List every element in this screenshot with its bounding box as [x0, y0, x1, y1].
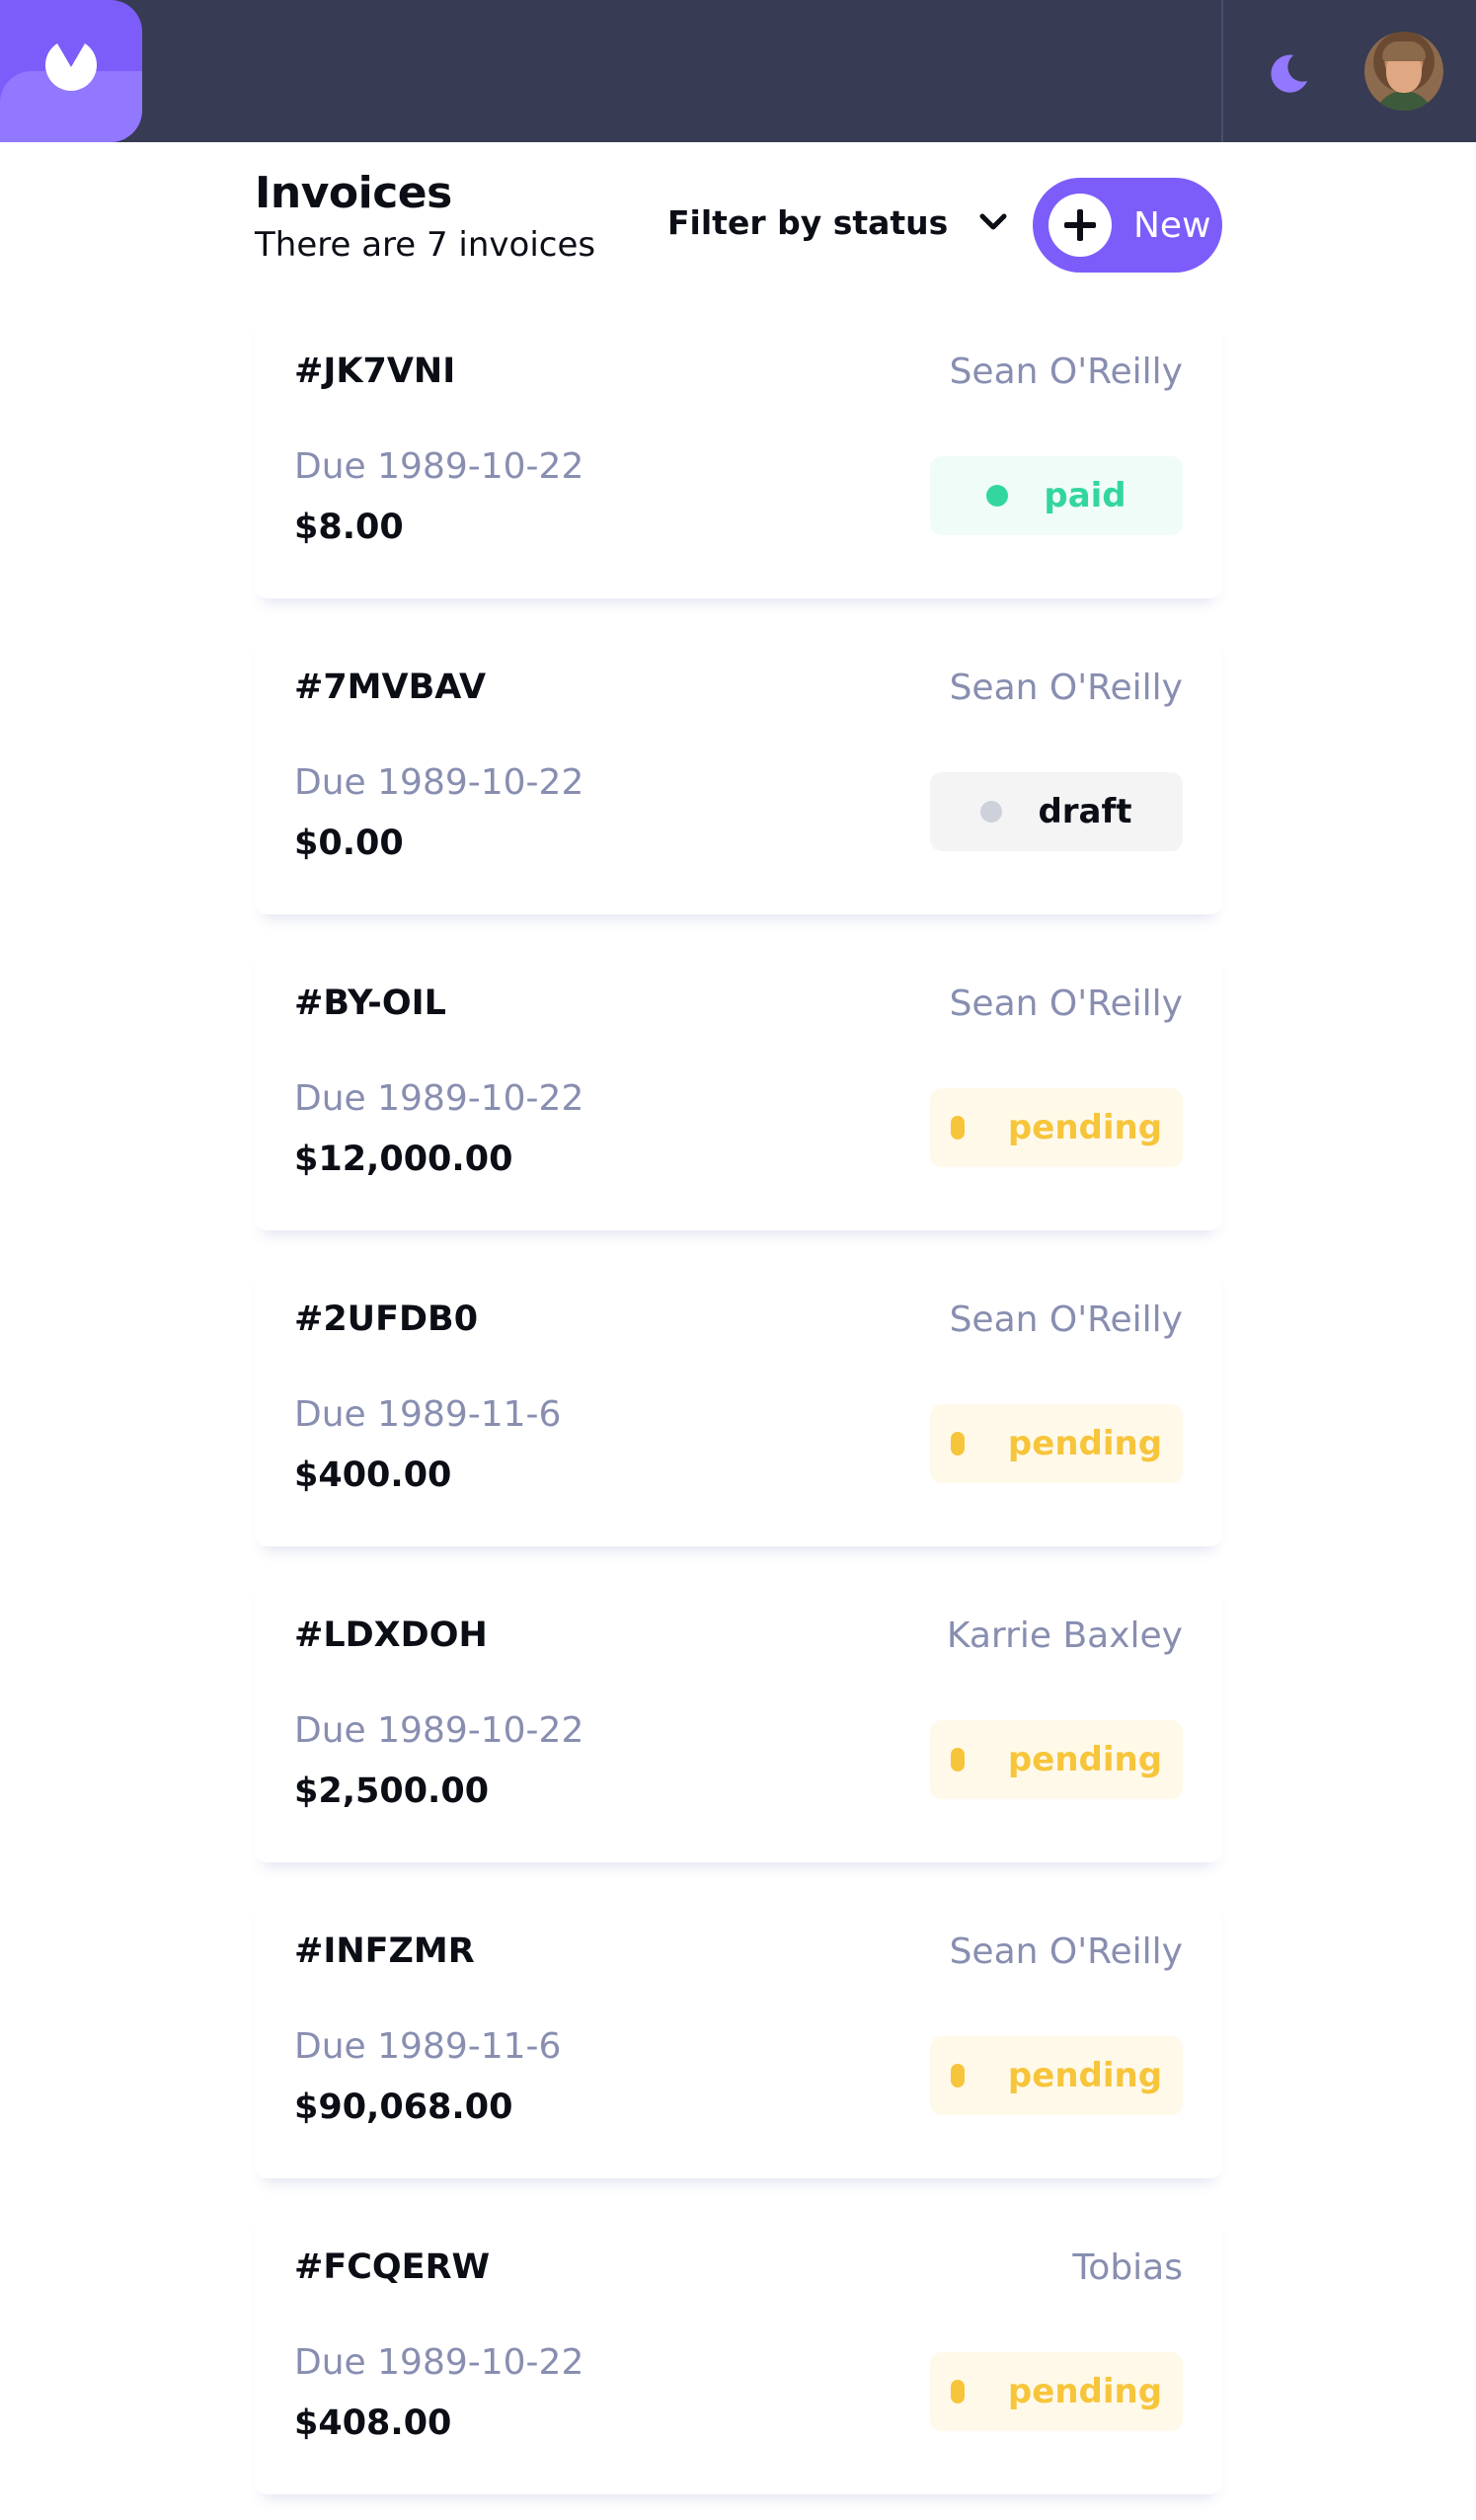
user-avatar[interactable]	[1364, 32, 1443, 111]
status-label: pending	[1007, 1108, 1163, 1147]
invoice-amount: $8.00	[294, 508, 404, 547]
due-date: Due 1989-10-22	[294, 762, 584, 803]
status-label: draft	[1038, 792, 1132, 831]
client-name: Sean O'Reilly	[949, 1931, 1183, 1972]
client-name: Sean O'Reilly	[949, 1299, 1183, 1340]
invoice-amount: $400.00	[294, 1456, 452, 1495]
status-dot-icon	[950, 1748, 965, 1772]
invoice-card[interactable]: #BY-OIL Sean O'Reilly Due 1989-10-22 $12…	[255, 946, 1222, 1230]
logo-mark-icon	[45, 43, 97, 91]
invoice-card[interactable]: #INFZMR Sean O'Reilly Due 1989-11-6 $90,…	[255, 1894, 1222, 2178]
client-name: Sean O'Reilly	[949, 984, 1183, 1024]
avatar-shirt	[1374, 91, 1434, 111]
status-badge: draft	[930, 772, 1183, 851]
moon-icon[interactable]	[1266, 47, 1313, 95]
status-dot-icon	[950, 2064, 965, 2087]
status-badge: paid	[930, 456, 1183, 535]
client-name: Karrie Baxley	[946, 1615, 1183, 1656]
invoice-amount: $0.00	[294, 824, 404, 863]
status-badge: pending	[930, 2352, 1183, 2431]
invoice-amount: $2,500.00	[294, 1772, 490, 1811]
plus-icon	[1049, 194, 1112, 257]
status-label: pending	[1007, 2056, 1163, 2095]
invoice-card[interactable]: #2UFDB0 Sean O'Reilly Due 1989-11-6 $400…	[255, 1262, 1222, 1546]
invoice-id: #7MVBAV	[294, 668, 487, 707]
page-title: Invoices	[255, 168, 452, 218]
status-label: paid	[1044, 476, 1126, 515]
client-name: Tobias	[1072, 2247, 1183, 2288]
status-dot-icon	[986, 485, 1009, 507]
status-label: pending	[1007, 1424, 1163, 1463]
due-date: Due 1989-10-22	[294, 1078, 584, 1119]
filter-by-status-dropdown[interactable]: Filter by status	[667, 197, 1007, 247]
due-date: Due 1989-11-6	[294, 1394, 562, 1435]
invoice-id: #FCQERW	[294, 2247, 491, 2287]
status-dot-icon	[950, 1116, 965, 1140]
invoice-id: #LDXDOH	[294, 1615, 488, 1655]
due-date: Due 1989-10-22	[294, 2342, 584, 2383]
status-badge: pending	[930, 1404, 1183, 1483]
invoice-id: #2UFDB0	[294, 1299, 479, 1339]
invoice-card[interactable]: #LDXDOH Karrie Baxley Due 1989-10-22 $2,…	[255, 1578, 1222, 1862]
new-button-label: New	[1133, 204, 1211, 246]
invoice-id: #BY-OIL	[294, 984, 446, 1023]
invoice-count: There are 7 invoices	[255, 225, 596, 265]
topbar-divider	[1221, 0, 1223, 142]
status-label: pending	[1007, 2372, 1163, 2411]
client-name: Sean O'Reilly	[949, 352, 1183, 392]
status-badge: pending	[930, 2036, 1183, 2115]
logo-icon[interactable]	[0, 0, 142, 142]
chevron-down-icon	[979, 213, 1007, 230]
invoice-id: #INFZMR	[294, 1931, 475, 1971]
top-bar	[0, 0, 1476, 142]
client-name: Sean O'Reilly	[949, 668, 1183, 708]
invoice-card[interactable]: #FCQERW Tobias Due 1989-10-22 $408.00 pe…	[255, 2210, 1222, 2494]
status-dot-icon	[950, 1432, 965, 1456]
invoice-card[interactable]: #7MVBAV Sean O'Reilly Due 1989-10-22 $0.…	[255, 630, 1222, 914]
invoice-amount: $408.00	[294, 2403, 452, 2443]
invoice-amount: $90,068.00	[294, 2087, 513, 2127]
filter-label: Filter by status	[667, 202, 949, 242]
due-date: Due 1989-11-6	[294, 2026, 562, 2067]
status-badge: pending	[930, 1088, 1183, 1167]
due-date: Due 1989-10-22	[294, 446, 584, 487]
avatar-hair	[1382, 41, 1426, 61]
invoice-id: #JK7VNI	[294, 352, 456, 391]
invoice-amount: $12,000.00	[294, 1140, 513, 1179]
new-invoice-button[interactable]: New	[1033, 178, 1222, 273]
invoice-card[interactable]: #JK7VNI Sean O'Reilly Due 1989-10-22 $8.…	[255, 314, 1222, 598]
status-label: pending	[1007, 1740, 1163, 1779]
status-badge: pending	[930, 1720, 1183, 1799]
status-dot-icon	[950, 2380, 965, 2403]
due-date: Due 1989-10-22	[294, 1710, 584, 1751]
status-dot-icon	[980, 801, 1003, 823]
